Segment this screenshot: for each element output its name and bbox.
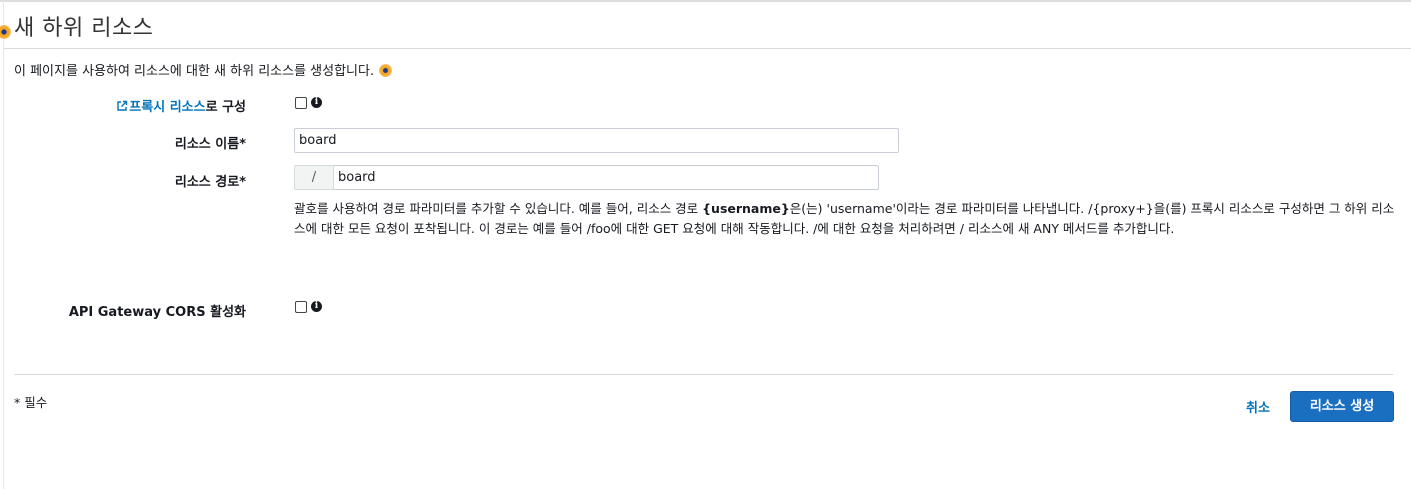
info-icon[interactable]: i (311, 97, 322, 108)
proxy-resource-label: 프록시 리소스로 구성 (6, 96, 246, 115)
proxy-resource-link-text: 프록시 리소스 (129, 100, 206, 115)
left-border (3, 0, 4, 489)
proxy-resource-link[interactable]: 프록시 리소스 (116, 100, 206, 115)
cors-checkbox[interactable] (295, 301, 307, 313)
help-text-bold: {username} (702, 201, 790, 216)
resource-name-input[interactable]: board (294, 128, 899, 153)
marker-dot-icon (0, 26, 10, 38)
intro-label: 이 페이지를 사용하여 리소스에 대한 새 하위 리소스를 생성합니다. (14, 64, 375, 79)
help-text-part1: 괄호를 사용하여 경로 파라미터를 추가할 수 있습니다. 예를 들어, 리소스… (294, 201, 703, 216)
cors-label: API Gateway CORS 활성화 (68, 305, 246, 320)
resource-path-label: 리소스 경로* (174, 175, 246, 190)
top-border (0, 0, 1411, 2)
proxy-resource-label-suffix: 로 구성 (205, 100, 246, 115)
resource-path-input[interactable]: board (334, 165, 879, 190)
resource-name-label: 리소스 이름* (174, 137, 246, 152)
title-divider (4, 48, 1411, 49)
resource-path-help-text: 괄호를 사용하여 경로 파라미터를 추가할 수 있습니다. 예를 들어, 리소스… (294, 199, 1404, 239)
marker-dot-icon (380, 65, 392, 76)
resource-path-prefix: / (294, 165, 334, 190)
create-resource-button[interactable]: 리소스 생성 (1290, 391, 1394, 422)
proxy-resource-checkbox[interactable] (295, 97, 307, 109)
footer-divider (14, 374, 1393, 375)
external-link-icon (117, 100, 128, 111)
page-title: 새 하위 리소스 (14, 16, 154, 41)
info-icon[interactable]: i (311, 301, 322, 312)
required-note: * 필수 (14, 395, 48, 410)
intro-text: 이 페이지를 사용하여 리소스에 대한 새 하위 리소스를 생성합니다. (14, 60, 392, 79)
resource-path-group: / board (294, 165, 879, 190)
cancel-button[interactable]: 취소 (1246, 397, 1270, 416)
